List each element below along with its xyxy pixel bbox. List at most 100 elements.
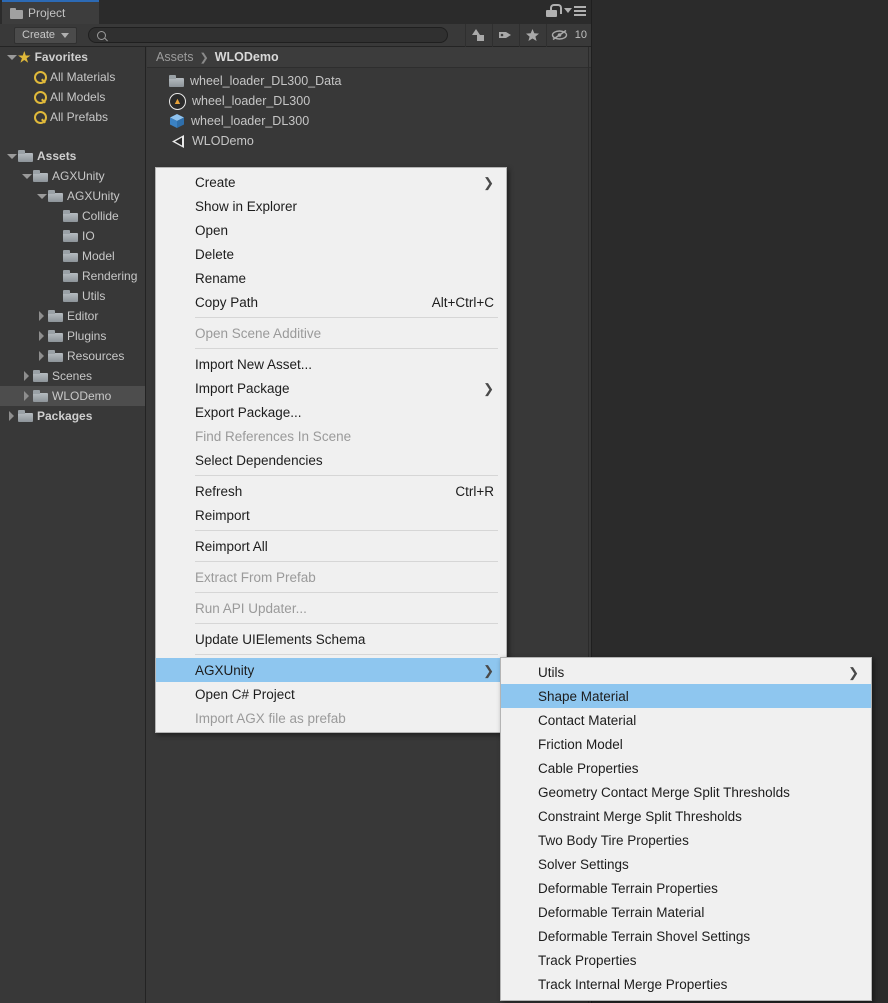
menu-item-import-new-asset[interactable]: Import New Asset...: [156, 352, 506, 376]
tree-item-packages[interactable]: Packages: [0, 406, 145, 426]
tree-item-plugins[interactable]: Plugins: [0, 326, 145, 346]
menu-item-create[interactable]: Create ❯: [156, 170, 506, 194]
menu-item-reimport-all[interactable]: Reimport All: [156, 534, 506, 558]
hidden-eye-icon[interactable]: [545, 23, 573, 47]
context-menu[interactable]: Create ❯ Show in Explorer Open Delete Rename C…: [155, 167, 507, 733]
menu-item-label: Import Package: [195, 380, 290, 396]
tree-item-agxunity[interactable]: AGXUnity: [0, 186, 145, 206]
create-button[interactable]: Create: [14, 26, 78, 44]
tree-item-assets[interactable]: Assets: [0, 146, 145, 166]
submenu-item-deformable-terrain-shovel-settings[interactable]: Deformable Terrain Shovel Settings: [501, 924, 871, 948]
menu-item-import-package[interactable]: Import Package ❯: [156, 376, 506, 400]
tree-item-wlodemo[interactable]: WLODemo: [0, 386, 145, 406]
menu-item-label: Reimport All: [195, 538, 268, 554]
chevron-down-icon[interactable]: [6, 51, 18, 63]
chevron-right-icon[interactable]: [21, 390, 33, 402]
tree-item-collide[interactable]: Collide: [0, 206, 145, 226]
breadcrumb-root[interactable]: Assets: [156, 50, 194, 64]
menu-item-label: Deformable Terrain Properties: [538, 880, 718, 896]
submenu-item-utils[interactable]: Utils ❯: [501, 660, 871, 684]
tree-item-label: Assets: [37, 149, 77, 163]
chevron-right-icon: ❯: [483, 174, 494, 190]
breadcrumb: Assets ❯ WLODemo: [147, 47, 592, 68]
tree-item-all-prefabs[interactable]: All Prefabs: [0, 107, 145, 127]
asset-row[interactable]: ▲ wheel_loader_DL300: [147, 91, 592, 111]
tree-item-editor[interactable]: Editor: [0, 306, 145, 326]
chevron-right-icon[interactable]: [36, 330, 48, 342]
submenu-item-solver-settings[interactable]: Solver Settings: [501, 852, 871, 876]
kebab-menu-icon[interactable]: [564, 5, 586, 16]
tree-item-all-materials[interactable]: All Materials: [0, 67, 145, 87]
asset-row[interactable]: wheel_loader_DL300: [147, 111, 592, 131]
chevron-right-icon[interactable]: [21, 370, 33, 382]
folder-tree: ★ Favorites All Materials All Models All Pre…: [0, 47, 145, 426]
menu-item-label: Open: [195, 222, 229, 238]
menu-item-rename[interactable]: Rename: [156, 266, 506, 290]
folder-icon: [48, 190, 63, 202]
menu-item-delete[interactable]: Delete: [156, 242, 506, 266]
tree-item-model[interactable]: Model: [0, 246, 145, 266]
asset-row[interactable]: WLODemo: [147, 131, 592, 151]
menu-item-export-package[interactable]: Export Package...: [156, 400, 506, 424]
menu-item-update-uielements-schema[interactable]: Update UIElements Schema: [156, 627, 506, 651]
submenu-item-deformable-terrain-material[interactable]: Deformable Terrain Material: [501, 900, 871, 924]
tree-item-favorites[interactable]: ★ Favorites: [0, 47, 145, 67]
tree-item-io[interactable]: IO: [0, 226, 145, 246]
menu-separator: [195, 317, 498, 318]
folder-icon: [63, 210, 78, 222]
menu-item-open-c-project[interactable]: Open C# Project: [156, 682, 506, 706]
chevron-down-icon[interactable]: [6, 150, 18, 162]
menu-item-label: Run API Updater...: [195, 600, 307, 616]
submenu-item-shape-material[interactable]: Shape Material: [501, 684, 871, 708]
submenu-item-track-internal-merge-properties[interactable]: Track Internal Merge Properties: [501, 972, 871, 996]
search-field[interactable]: [88, 27, 449, 43]
menu-item-label: Geometry Contact Merge Split Thresholds: [538, 784, 790, 800]
menu-item-label: Track Properties: [538, 952, 637, 968]
tree-item-utils[interactable]: Utils: [0, 286, 145, 306]
chevron-right-icon: ❯: [483, 380, 494, 396]
tree-item-all-models[interactable]: All Models: [0, 87, 145, 107]
submenu-item-track-properties[interactable]: Track Properties: [501, 948, 871, 972]
shapes-filter-icon[interactable]: [464, 23, 492, 47]
menu-item-agxunity[interactable]: AGXUnity ❯: [156, 658, 506, 682]
submenu-item-contact-material[interactable]: Contact Material: [501, 708, 871, 732]
menu-item-select-dependencies[interactable]: Select Dependencies: [156, 448, 506, 472]
menu-item-reimport[interactable]: Reimport: [156, 503, 506, 527]
tree-item-label: Rendering: [82, 269, 138, 283]
favorite-star-icon[interactable]: [518, 23, 546, 47]
lock-icon[interactable]: [546, 4, 562, 17]
submenu-item-constraint-merge-split-thresholds[interactable]: Constraint Merge Split Thresholds: [501, 804, 871, 828]
menu-item-copy-path[interactable]: Copy Path Alt+Ctrl+C: [156, 290, 506, 314]
label-tag-icon[interactable]: [491, 23, 519, 47]
tree-item-label: WLODemo: [52, 389, 112, 403]
tree-item-rendering[interactable]: Rendering: [0, 266, 145, 286]
menu-item-show-in-explorer[interactable]: Show in Explorer: [156, 194, 506, 218]
folder-icon: [33, 170, 48, 182]
chevron-down-icon[interactable]: [21, 170, 33, 182]
folder-tree-panel[interactable]: ★ Favorites All Materials All Models All Pre…: [0, 47, 146, 1003]
chevron-right-icon[interactable]: [36, 350, 48, 362]
asset-row[interactable]: wheel_loader_DL300_Data: [147, 71, 592, 91]
submenu-item-cable-properties[interactable]: Cable Properties: [501, 756, 871, 780]
agxunity-submenu[interactable]: Utils ❯ Shape Material Contact Material Fric…: [500, 657, 872, 1001]
tree-item-resources[interactable]: Resources: [0, 346, 145, 366]
tab-project[interactable]: Project: [2, 0, 99, 24]
menu-item-label: Rename: [195, 270, 247, 286]
tree-item-scenes[interactable]: Scenes: [0, 366, 145, 386]
submenu-item-two-body-tire-properties[interactable]: Two Body Tire Properties: [501, 828, 871, 852]
menu-item-open[interactable]: Open: [156, 218, 506, 242]
chevron-down-icon[interactable]: [36, 190, 48, 202]
menu-item-label: Delete: [195, 246, 235, 262]
folder-icon: [48, 350, 63, 362]
submenu-item-deformable-terrain-properties[interactable]: Deformable Terrain Properties: [501, 876, 871, 900]
search-input[interactable]: [111, 29, 440, 41]
tree-item-agxunity[interactable]: AGXUnity: [0, 166, 145, 186]
menu-separator: [195, 623, 498, 624]
chevron-right-icon[interactable]: [6, 410, 18, 422]
submenu-item-friction-model[interactable]: Friction Model: [501, 732, 871, 756]
folder-icon: [33, 370, 48, 382]
submenu-item-geometry-contact-merge-split-thresholds[interactable]: Geometry Contact Merge Split Thresholds: [501, 780, 871, 804]
menu-item-refresh[interactable]: Refresh Ctrl+R: [156, 479, 506, 503]
chevron-right-icon[interactable]: [36, 310, 48, 322]
